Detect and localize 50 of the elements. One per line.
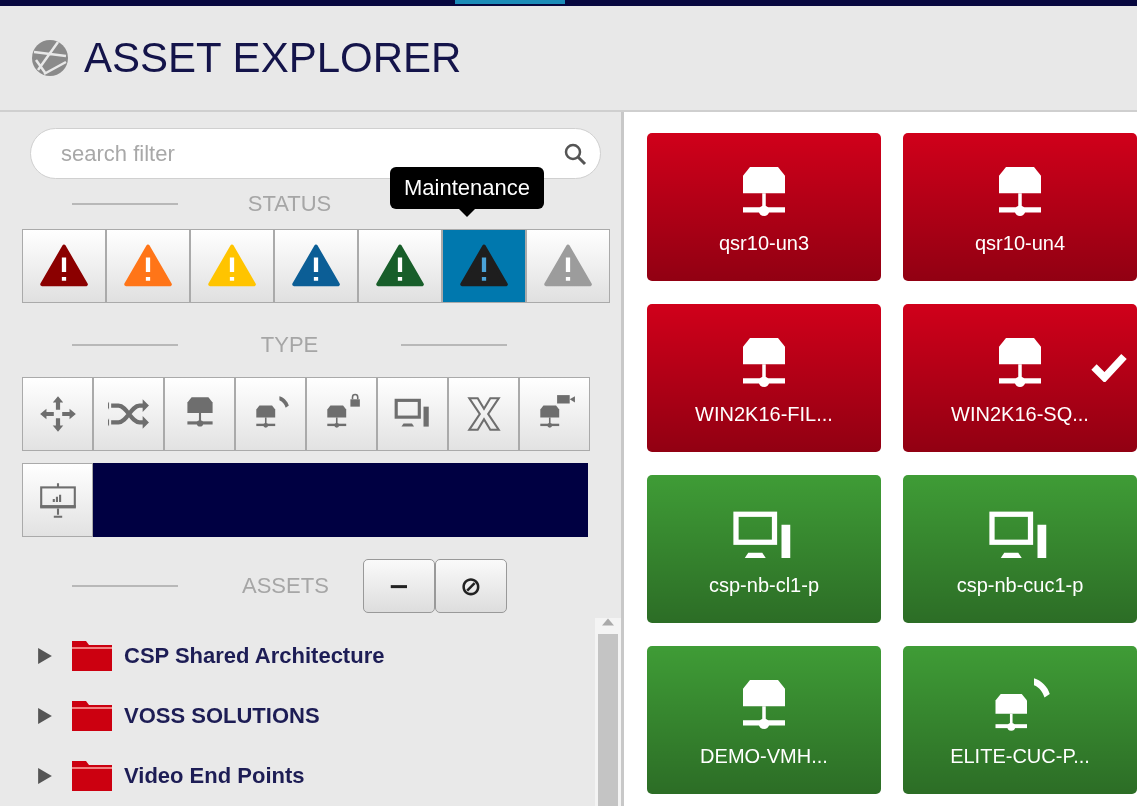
- asset-name: qsr10-un3: [718, 231, 810, 255]
- asset-tile[interactable]: WIN2K16-SQ...: [903, 304, 1137, 452]
- asset-name: csp-nb-cuc1-p: [956, 573, 1084, 597]
- search-field[interactable]: search filter: [30, 128, 601, 180]
- asset-tile[interactable]: csp-nb-cuc1-p: [903, 475, 1137, 623]
- type-filter-button[interactable]: [519, 376, 590, 451]
- section-label: STATUS: [247, 191, 332, 218]
- asset-tile[interactable]: qsr10-un4: [903, 133, 1137, 281]
- tree-item[interactable]: Video End Points: [124, 763, 305, 789]
- tooltip: Maintenance: [390, 167, 544, 218]
- asset-name: DEMO-VMH...: [700, 744, 828, 768]
- asset-tile[interactable]: WIN2K16-FIL...: [647, 304, 881, 452]
- type-filter-button[interactable]: [93, 376, 164, 451]
- tree-item[interactable]: CSP Shared Architecture: [124, 643, 385, 669]
- search-icon[interactable]: [563, 142, 587, 166]
- section-label: TYPE: [260, 331, 319, 358]
- globe-icon: [30, 38, 70, 78]
- asset-tile[interactable]: qsr10-un3: [647, 133, 881, 281]
- status-filter-button[interactable]: [358, 228, 442, 303]
- type-filter-button[interactable]: [164, 376, 235, 451]
- status-filter-button[interactable]: [274, 228, 358, 303]
- asset-name: ELITE-CUC-P...: [950, 744, 1090, 768]
- tree-item[interactable]: VOSS SOLUTIONS: [124, 703, 320, 729]
- scrollbar[interactable]: [595, 618, 621, 806]
- tree-action-button[interactable]: ⊘: [434, 559, 507, 614]
- asset-name: WIN2K16-SQ...: [951, 402, 1089, 426]
- folder-icon: [72, 701, 112, 731]
- asset-tile[interactable]: DEMO-VMH...: [647, 646, 881, 794]
- expand-arrow-icon[interactable]: [38, 648, 52, 664]
- asset-name: qsr10-un4: [974, 231, 1066, 255]
- folder-icon: [72, 761, 112, 791]
- type-filter-button[interactable]: [22, 462, 93, 537]
- type-filter-button[interactable]: [377, 376, 448, 451]
- asset-name: WIN2K16-FIL...: [695, 402, 833, 426]
- expand-arrow-icon[interactable]: [38, 768, 52, 784]
- asset-tile[interactable]: csp-nb-cl1-p: [647, 475, 881, 623]
- tree-action-button[interactable]: −: [362, 559, 435, 614]
- asset-name: csp-nb-cl1-p: [708, 573, 819, 597]
- tooltip-pointer-icon: [459, 209, 475, 218]
- folder-icon: [72, 641, 112, 671]
- type-filter-button[interactable]: [306, 376, 377, 451]
- type-filter-button[interactable]: [22, 376, 93, 451]
- type-filter-button[interactable]: [448, 376, 519, 451]
- expand-arrow-icon[interactable]: [38, 708, 52, 724]
- asset-tile[interactable]: ELITE-CUC-P...: [903, 646, 1137, 794]
- section-label: ASSETS: [242, 573, 329, 600]
- type-filter-button[interactable]: [235, 376, 306, 451]
- app-title: ASSET EXPLORER: [84, 34, 462, 82]
- status-filter-button[interactable]: [22, 228, 106, 303]
- status-filter-button[interactable]: [442, 228, 526, 303]
